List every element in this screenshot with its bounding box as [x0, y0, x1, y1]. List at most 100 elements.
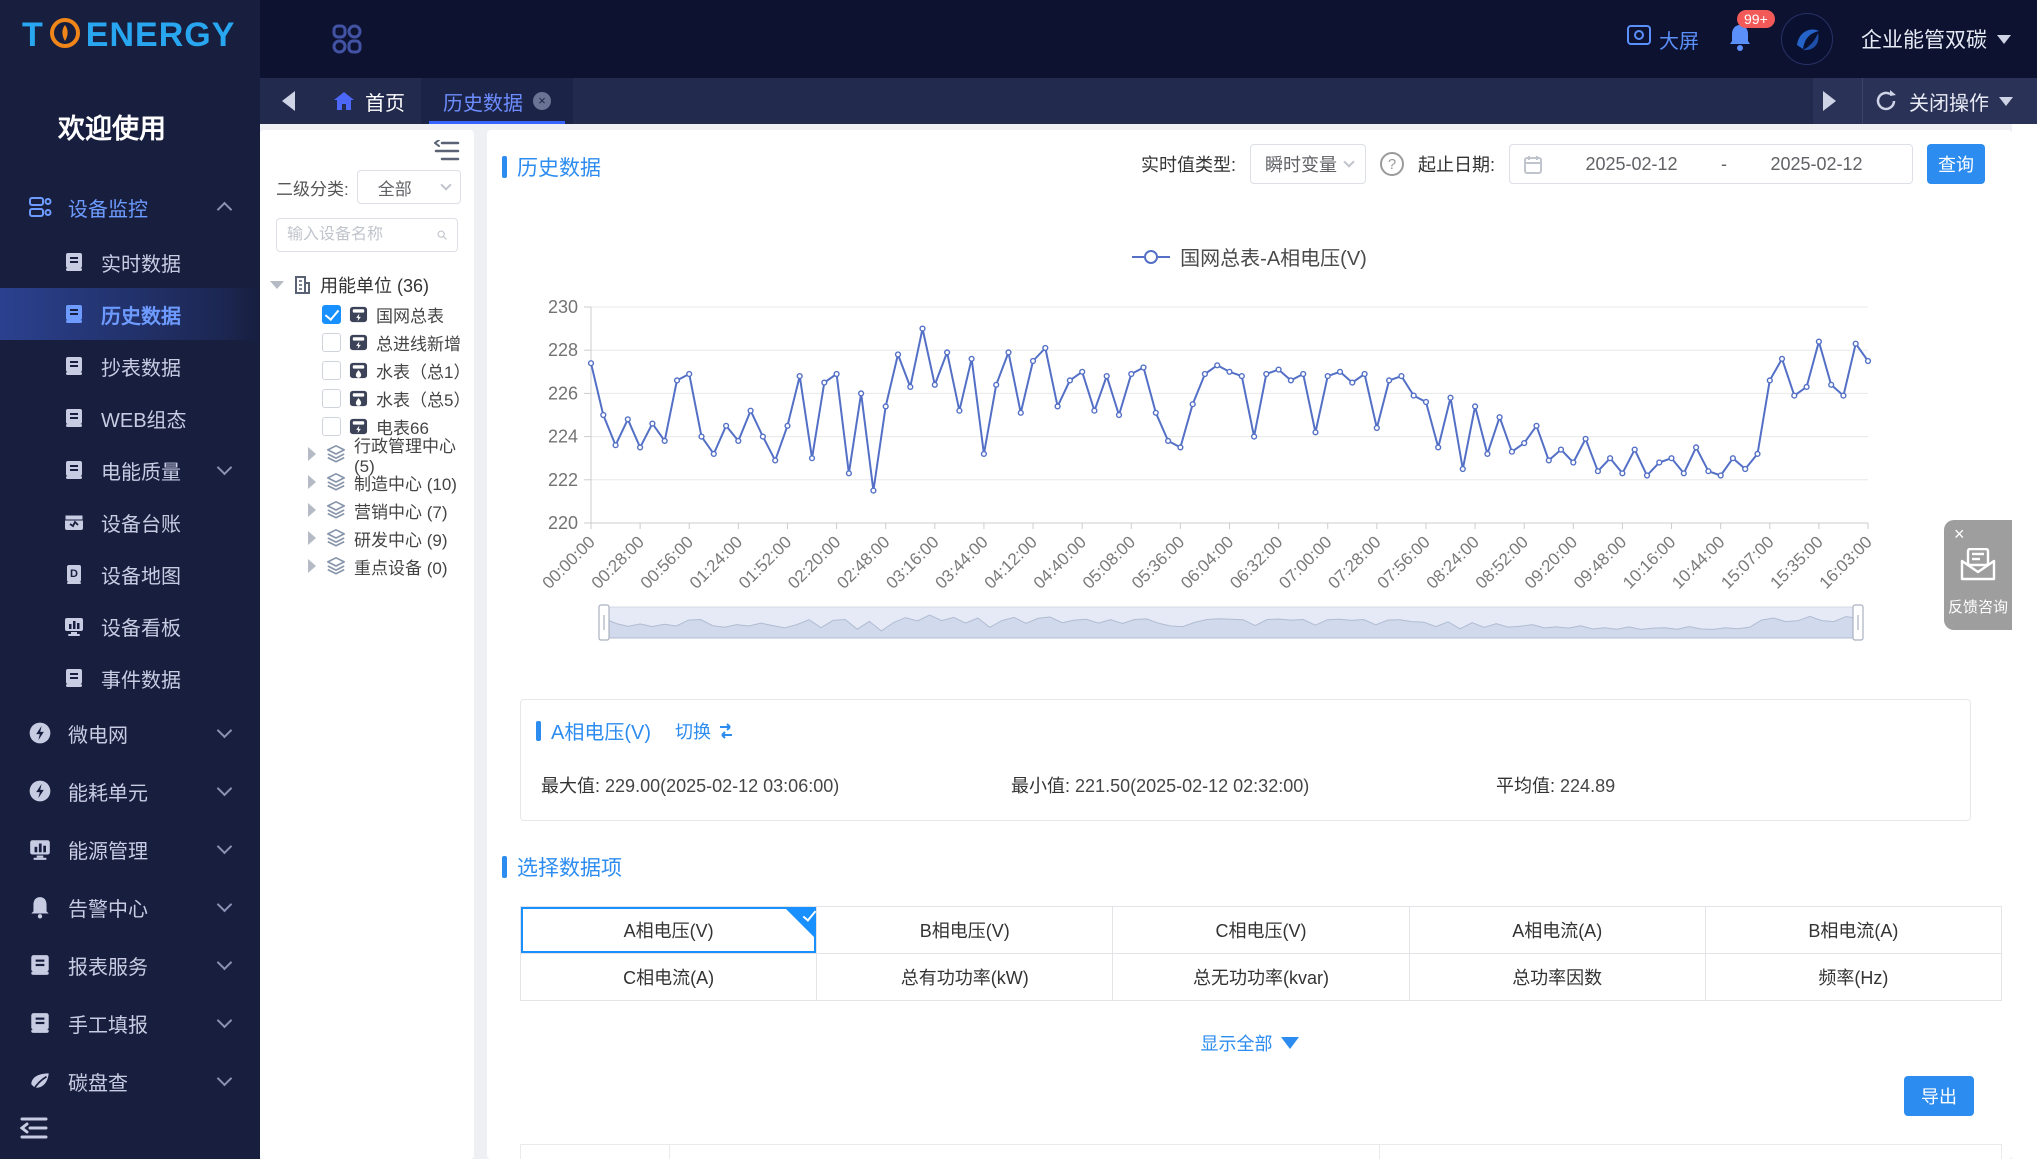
- switch-link[interactable]: 切换: [675, 718, 735, 744]
- sidebar-item-告警中心[interactable]: 告警中心: [0, 878, 260, 936]
- caret-collapsed-icon[interactable]: [308, 447, 316, 461]
- feedback-close-icon[interactable]: ×: [1954, 524, 1965, 545]
- tree-group-制造中心 (10)[interactable]: 制造中心 (10): [270, 468, 470, 496]
- tabs-forward-arrow[interactable]: [1823, 91, 1836, 111]
- data-point: [810, 456, 815, 461]
- big-screen-button[interactable]: 大屏: [1627, 25, 1699, 54]
- tree-device-国网总表[interactable]: 国网总表: [270, 300, 470, 328]
- date-range-picker[interactable]: 2025-02-12 - 2025-02-12: [1509, 144, 1913, 184]
- sidebar-item-事件数据[interactable]: 事件数据: [0, 652, 260, 704]
- caret-collapsed-icon[interactable]: [308, 475, 316, 489]
- tree-group-研发中心 (9)[interactable]: 研发中心 (9): [270, 524, 470, 552]
- leaf-icon: [28, 1069, 52, 1093]
- tree-group-重点设备 (0)[interactable]: 重点设备 (0): [270, 552, 470, 580]
- chart-legend[interactable]: 国网总表-A相电压(V): [487, 242, 2012, 271]
- sidebar-item-电能质量[interactable]: 电能质量: [0, 444, 260, 496]
- show-all-link[interactable]: 显示全部: [487, 1030, 2012, 1056]
- sidebar-item-设备台账[interactable]: 设备台账: [0, 496, 260, 548]
- query-button[interactable]: 查询: [1927, 144, 1985, 184]
- data-point: [1043, 346, 1048, 351]
- data-item-B相电流(A)[interactable]: B相电流(A): [1706, 907, 2002, 954]
- x-tick-label: 10:16:00: [1619, 532, 1679, 592]
- device-checkbox[interactable]: [322, 333, 341, 352]
- x-tick-label: 15:07:00: [1717, 532, 1777, 592]
- sidebar-item-能耗单元[interactable]: 能耗单元: [0, 762, 260, 820]
- refresh-icon[interactable]: [1875, 90, 1897, 112]
- data-point: [1018, 410, 1023, 415]
- sidebar-item-能源管理[interactable]: 能源管理: [0, 820, 260, 878]
- data-point: [920, 326, 925, 331]
- data-item-总功率因数[interactable]: 总功率因数: [1410, 954, 1706, 1001]
- data-item-A相电流(A)[interactable]: A相电流(A): [1410, 907, 1706, 954]
- help-icon[interactable]: ?: [1380, 152, 1404, 176]
- close-operations-menu[interactable]: 关闭操作: [1909, 87, 2013, 116]
- category-select[interactable]: 全部: [357, 170, 461, 204]
- sidebar-item-设备监控[interactable]: 设备监控: [0, 178, 260, 236]
- data-point: [1645, 473, 1650, 478]
- sidebar-item-实时数据[interactable]: 实时数据: [0, 236, 260, 288]
- device-checkbox[interactable]: [322, 361, 341, 380]
- device-search-input[interactable]: [287, 226, 437, 244]
- datazoom-selected-range[interactable]: [604, 607, 1858, 638]
- feedback-widget[interactable]: × 反馈咨询: [1944, 520, 2012, 630]
- tab-home[interactable]: 首页: [317, 78, 421, 124]
- device-checkbox[interactable]: [322, 389, 341, 408]
- device-checkbox[interactable]: [322, 305, 341, 324]
- date-start-value[interactable]: 2025-02-12: [1550, 154, 1713, 175]
- data-item-C相电流(A)[interactable]: C相电流(A): [521, 954, 817, 1001]
- data-item-总有功功率(kW)[interactable]: 总有功功率(kW): [817, 954, 1113, 1001]
- tree-root-node[interactable]: 用能单位 (36): [270, 270, 470, 300]
- caret-expanded-icon[interactable]: [270, 281, 284, 289]
- group-label: 制造中心 (10): [354, 470, 457, 495]
- workspace-switcher[interactable]: 企业能管双碳: [1861, 24, 2011, 54]
- data-item-A相电压(V)[interactable]: A相电压(V): [521, 907, 817, 954]
- sidebar-item-微电网[interactable]: 微电网: [0, 704, 260, 762]
- tree-collapse-icon[interactable]: [434, 140, 460, 162]
- avg-stat: 平均值: 224.89: [1496, 772, 1615, 798]
- caret-collapsed-icon[interactable]: [308, 531, 316, 545]
- data-item-频率(Hz)[interactable]: 频率(Hz): [1706, 954, 2002, 1001]
- group-label: 营销中心 (7): [354, 498, 448, 523]
- caret-collapsed-icon[interactable]: [308, 503, 316, 517]
- sidebar-item-报表服务[interactable]: 报表服务: [0, 936, 260, 994]
- data-point: [638, 445, 643, 450]
- tree-group-行政管理中心 (5)[interactable]: 行政管理中心 (5): [270, 440, 470, 468]
- data-point: [1104, 374, 1109, 379]
- scrollbar-track[interactable]: [2012, 124, 2037, 1159]
- data-item-B相电压(V)[interactable]: B相电压(V): [817, 907, 1113, 954]
- avatar[interactable]: [1781, 13, 1833, 65]
- sidebar-item-设备看板[interactable]: 设备看板: [0, 600, 260, 652]
- line-chart[interactable]: 22022222422622823000:00:0000:28:0000:56:…: [487, 290, 2012, 690]
- date-end-value[interactable]: 2025-02-12: [1735, 154, 1898, 175]
- sidebar-collapse-button[interactable]: [20, 1115, 50, 1141]
- x-tick-label: 15:35:00: [1766, 532, 1826, 592]
- data-item-总无功功率(kvar)[interactable]: 总无功功率(kvar): [1113, 954, 1409, 1001]
- tree-device-水表（总5）[interactable]: 水表（总5）: [270, 384, 470, 412]
- sidebar-item-设备地图[interactable]: D设备地图: [0, 548, 260, 600]
- tree-device-水表（总1）[interactable]: 水表（总1）: [270, 356, 470, 384]
- device-checkbox[interactable]: [322, 417, 341, 436]
- realtime-type-select[interactable]: 瞬时变量: [1250, 144, 1366, 184]
- tree-device-总进线新增[interactable]: 总进线新增: [270, 328, 470, 356]
- tab-history-data[interactable]: 历史数据 ×: [421, 78, 573, 124]
- sidebar-item-WEB组态[interactable]: WEB组态: [0, 392, 260, 444]
- data-item-C相电压(V)[interactable]: C相电压(V): [1113, 907, 1409, 954]
- caret-collapsed-icon[interactable]: [308, 559, 316, 573]
- sidebar-item-抄表数据[interactable]: 抄表数据: [0, 340, 260, 392]
- notifications-button[interactable]: 99+: [1727, 22, 1753, 57]
- sidebar-item-碳盘查[interactable]: 碳盘查: [0, 1052, 260, 1110]
- tab-close-icon[interactable]: ×: [533, 92, 551, 110]
- tree-group-营销中心 (7)[interactable]: 营销中心 (7): [270, 496, 470, 524]
- data-point: [1153, 410, 1158, 415]
- sidebar-item-label: 碳盘查: [68, 1067, 128, 1096]
- tabs-back-arrow[interactable]: [282, 91, 295, 111]
- export-button[interactable]: 导出: [1904, 1076, 1974, 1116]
- sidebar-item-手工填报[interactable]: 手工填报: [0, 994, 260, 1052]
- data-point: [1289, 378, 1294, 383]
- sidebar-item-历史数据[interactable]: 历史数据: [0, 288, 260, 340]
- apps-grid-icon[interactable]: [332, 24, 362, 54]
- data-point: [1325, 374, 1330, 379]
- data-point: [1534, 423, 1539, 428]
- x-tick-label: 00:00:00: [539, 532, 599, 592]
- x-tick-label: 04:12:00: [981, 532, 1041, 592]
